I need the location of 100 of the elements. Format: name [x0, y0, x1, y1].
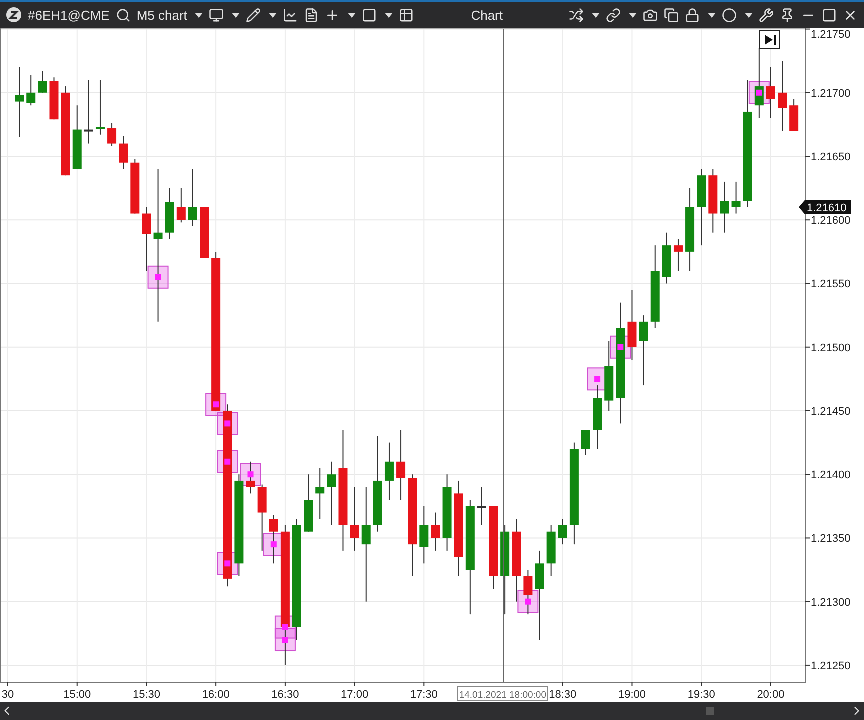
- candlestick: [258, 484, 267, 552]
- candlestick: [384, 442, 394, 501]
- candlestick: [38, 70, 48, 94]
- candlestick: [420, 506, 429, 564]
- x-tick-label: 16:00: [202, 689, 230, 701]
- price-tick: 1.21300: [804, 596, 851, 609]
- candlestick: [639, 315, 648, 386]
- x-tick-label: 17:30: [410, 689, 438, 701]
- caret-icon[interactable]: [745, 12, 753, 18]
- logo-icon[interactable]: [6, 7, 22, 23]
- time-tick: 19:30: [688, 682, 716, 701]
- chart-name-label[interactable]: M5 chart: [136, 8, 188, 22]
- candlestick: [26, 74, 36, 106]
- x-tick-label: 15:30: [132, 689, 160, 701]
- time-tick: 15:00: [64, 682, 92, 701]
- candlestick: [327, 461, 336, 526]
- y-tick-label: 1.21650: [811, 152, 851, 164]
- time-tick: 16:00: [202, 682, 230, 701]
- candlestick: [200, 206, 210, 259]
- caret-icon[interactable]: [592, 12, 600, 18]
- candlestick: [269, 514, 278, 564]
- candlestick: [732, 181, 741, 214]
- search-icon[interactable]: [116, 8, 131, 22]
- line-chart-icon[interactable]: [283, 8, 298, 22]
- caret-icon[interactable]: [708, 12, 716, 18]
- x-tick-label: 19:30: [688, 689, 716, 701]
- candlestick: [142, 206, 152, 272]
- time-tick: 16:30: [272, 682, 300, 701]
- candlestick: [593, 385, 602, 450]
- x-tick-label: 17:00: [341, 689, 369, 701]
- time-tick: 19:00: [618, 682, 646, 701]
- candlestick: [176, 188, 186, 224]
- candlestick: [50, 77, 59, 120]
- candlestick: [96, 80, 105, 136]
- pin-icon[interactable]: [780, 8, 795, 22]
- wrench-icon[interactable]: [759, 8, 774, 22]
- candlestick: [778, 60, 788, 132]
- table-icon[interactable]: [399, 8, 414, 22]
- candlestick: [316, 468, 325, 520]
- caret-icon[interactable]: [232, 12, 240, 18]
- candlestick: [628, 290, 637, 361]
- candlestick: [524, 570, 533, 616]
- caret-icon[interactable]: [269, 12, 278, 18]
- price-tick: 1.21500: [804, 342, 851, 354]
- price-tick: 1.21650: [804, 152, 851, 164]
- document-icon[interactable]: [304, 8, 320, 22]
- price-tick: 1.21600: [804, 215, 851, 228]
- caret-icon[interactable]: [385, 12, 394, 18]
- time-tick: 30: [2, 682, 14, 701]
- price-tick: 1.21700: [804, 88, 851, 100]
- y-tick-label: 1.21750: [811, 29, 851, 41]
- caret-icon[interactable]: [629, 12, 637, 18]
- instrument-label[interactable]: #6EH1@CME: [28, 8, 110, 22]
- monitor-icon[interactable]: [209, 8, 224, 22]
- x-tick-label: 18:30: [549, 689, 577, 701]
- price-tick: 1.21550: [804, 278, 851, 291]
- candlestick: [108, 122, 117, 147]
- crosshair-time-label: 14.01.2021 18:00:00: [457, 686, 548, 702]
- candlestick: [477, 486, 486, 526]
- scroll-thumb[interactable]: [706, 707, 714, 715]
- camera-icon[interactable]: [643, 8, 658, 22]
- circle-icon[interactable]: [722, 8, 737, 22]
- candlestick: [720, 181, 730, 234]
- time-tick: 20:00: [757, 682, 785, 701]
- candlestick: [766, 66, 776, 119]
- price-tick: 1.21350: [804, 533, 851, 546]
- pencil-icon[interactable]: [246, 8, 262, 22]
- time-tick: 18:30: [549, 682, 577, 701]
- link-icon[interactable]: [606, 8, 621, 22]
- candlestick: [119, 136, 128, 170]
- scroll-to-end-icon[interactable]: [760, 30, 780, 50]
- candlestick: [72, 105, 82, 170]
- lock-icon[interactable]: [685, 8, 700, 22]
- copy-icon[interactable]: [664, 8, 679, 22]
- candlestick: [674, 238, 683, 272]
- candlestick: [708, 168, 718, 234]
- price-tick: 1.21450: [804, 406, 851, 418]
- candlestick: [582, 430, 590, 456]
- time-tick: 15:30: [132, 682, 160, 701]
- candlestick: [130, 158, 140, 214]
- x-tick-label: 16:30: [272, 689, 300, 701]
- time-tick: 17:00: [341, 682, 369, 701]
- candlestick: [350, 486, 360, 552]
- cluster-marker: [148, 266, 169, 289]
- candlestick: [604, 340, 614, 412]
- candlestick: [15, 66, 24, 138]
- last-price-label: 1.21610: [799, 200, 851, 214]
- maximize-icon[interactable]: [822, 8, 837, 22]
- crossed-arrows-icon[interactable]: [569, 8, 584, 22]
- square-icon[interactable]: [362, 8, 378, 22]
- candlestick: [84, 80, 94, 144]
- candlestick: [396, 430, 406, 501]
- candlestick: [246, 461, 256, 494]
- time-tick: 17:30: [410, 682, 438, 701]
- horizontal-scrollbar[interactable]: [0, 702, 864, 720]
- caret-icon[interactable]: [348, 12, 356, 18]
- candlestick: [546, 525, 556, 577]
- x-tick-label: 30: [2, 689, 14, 701]
- caret-icon[interactable]: [195, 12, 204, 18]
- plus-icon[interactable]: [325, 8, 340, 22]
